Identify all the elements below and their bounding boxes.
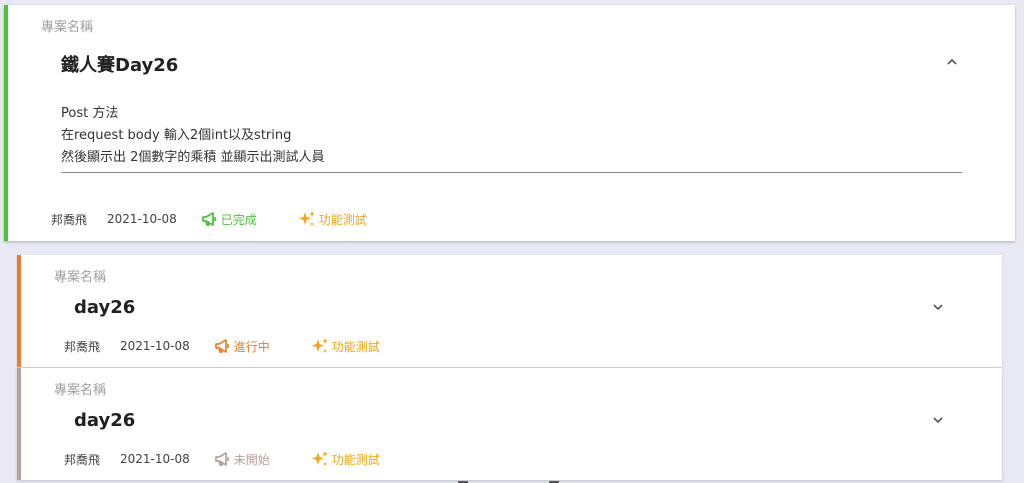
project-card-not-started[interactable]: 專案名稱 day26 邦喬飛 2021-10-08 未開始 功能測試 <box>17 368 1002 480</box>
date: 2021-10-08 <box>120 339 190 353</box>
author-name: 邦喬飛 <box>64 339 101 354</box>
date: 2021-10-08 <box>107 212 177 226</box>
sparkles-icon <box>311 338 328 353</box>
description-line: 在request body 輸入2個int以及string <box>61 128 292 143</box>
card-footer: 邦喬飛 2021-10-08 已完成 功能測試 <box>51 209 367 229</box>
tag-badge: 功能測試 <box>310 337 380 355</box>
card-title: 鐵人賽Day26 <box>61 55 179 76</box>
card-footer: 邦喬飛 2021-10-08 進行中 功能測試 <box>64 336 380 356</box>
card-title: day26 <box>74 297 136 318</box>
project-card-completed: 專案名稱 鐵人賽Day26 Post 方法 在request body 輸入2個… <box>4 5 1015 241</box>
section-label: 專案名稱 <box>41 20 94 35</box>
status-badge: 未開始 <box>214 451 310 468</box>
megaphone-icon <box>214 452 229 466</box>
author-name: 邦喬飛 <box>64 452 101 467</box>
megaphone-icon <box>214 339 229 353</box>
section-label: 專案名稱 <box>54 270 107 285</box>
description-line: Post 方法 <box>61 106 119 121</box>
project-card-in-progress[interactable]: 專案名稱 day26 邦喬飛 2021-10-08 進行中 功能測試 <box>17 255 1002 367</box>
chevron-down-icon[interactable] <box>928 297 948 317</box>
sparkles-icon <box>311 451 328 466</box>
tag-label: 功能測試 <box>318 212 367 227</box>
description: Post 方法 在request body 輸入2個int以及string 然後… <box>61 103 325 169</box>
status-badge: 已完成 <box>201 211 297 228</box>
tag-label: 功能測試 <box>331 339 380 354</box>
status-accent-bar <box>17 368 21 480</box>
card-footer: 邦喬飛 2021-10-08 未開始 功能測試 <box>64 449 380 469</box>
status-accent-bar <box>4 5 8 241</box>
card-title: day26 <box>74 410 136 431</box>
status-label: 未開始 <box>233 452 270 467</box>
author-name: 邦喬飛 <box>51 212 88 227</box>
description-line: 然後顯示出 2個數字的乘積 並顯示出測試人員 <box>61 150 325 165</box>
sparkles-icon <box>298 211 315 226</box>
status-badge: 進行中 <box>214 338 310 355</box>
date: 2021-10-08 <box>120 452 190 466</box>
tag-badge: 功能測試 <box>310 450 380 468</box>
chevron-up-icon[interactable] <box>942 52 962 72</box>
megaphone-icon <box>201 212 216 226</box>
chevron-down-icon[interactable] <box>928 410 948 430</box>
description-divider <box>61 172 962 173</box>
section-label: 專案名稱 <box>54 383 107 398</box>
status-label: 已完成 <box>220 212 257 227</box>
status-accent-bar <box>17 255 21 367</box>
status-label: 進行中 <box>233 339 270 354</box>
tag-label: 功能測試 <box>331 452 380 467</box>
tag-badge: 功能測試 <box>297 210 367 228</box>
